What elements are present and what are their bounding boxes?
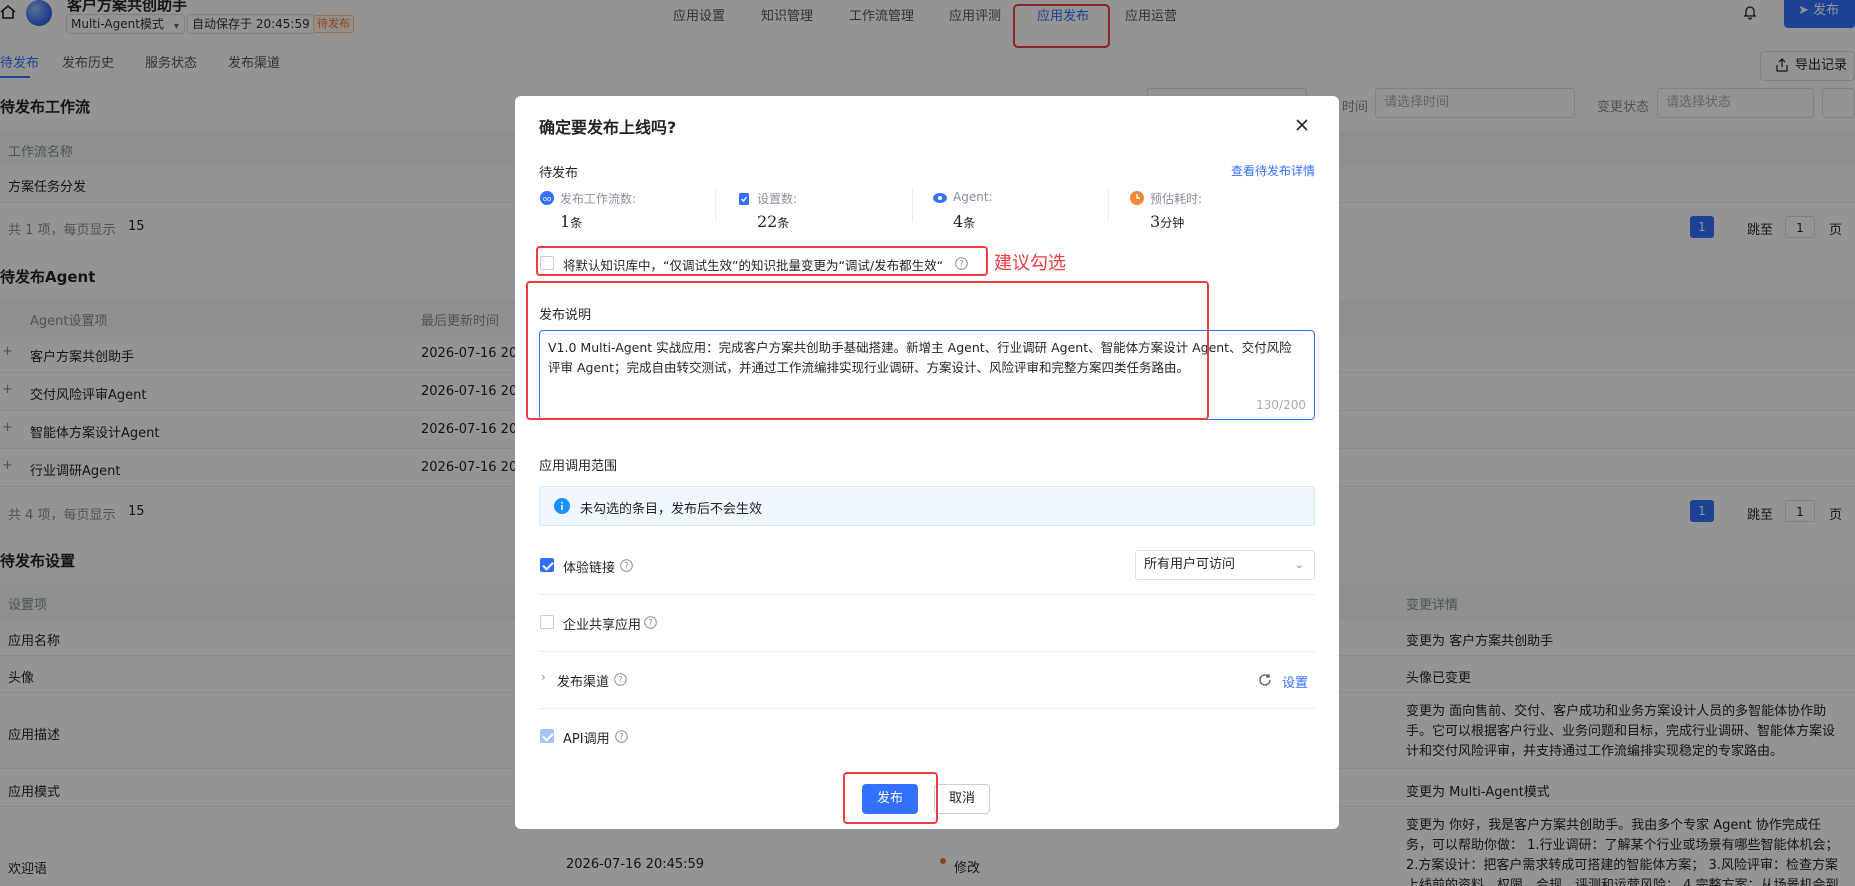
clipboard-icon	[739, 193, 749, 205]
experience-link-checkbox[interactable]	[540, 558, 554, 572]
stat-number: 3	[1150, 212, 1161, 231]
stat-label: 预估耗时:	[1150, 192, 1203, 206]
publish-confirm-dialog: 确定要发布上线吗? 待发布 查看待发布详情 oo 发布工作流数: 1条 设置数:…	[515, 96, 1339, 829]
api-call-checkbox	[540, 729, 554, 743]
stat-label: Agent:	[953, 190, 993, 204]
stat-unit: 分钟	[1160, 216, 1185, 230]
info-icon	[554, 498, 570, 514]
stat-value: 1条	[560, 212, 582, 231]
stat-unit: 条	[777, 216, 790, 230]
char-counter: 130/200	[1256, 398, 1306, 412]
close-icon[interactable]	[1291, 114, 1313, 136]
svg-text:?: ?	[619, 733, 624, 743]
access-scope-select[interactable]: 所有用户可访问 ⌄	[1135, 550, 1315, 580]
chevron-right-icon[interactable]: ›	[541, 670, 546, 684]
stat-unit: 条	[570, 216, 583, 230]
annotation-box-notes	[526, 281, 1209, 420]
clock-icon	[1130, 191, 1144, 205]
help-icon[interactable]: ?	[620, 559, 633, 572]
scope-info-banner: 未勾选的条目，发布后不会生效	[539, 486, 1315, 526]
dialog-title: 确定要发布上线吗?	[539, 118, 677, 137]
divider	[715, 188, 716, 222]
pending-label: 待发布	[539, 166, 579, 181]
svg-text:?: ?	[624, 562, 629, 572]
stat-value: 3分钟	[1150, 212, 1184, 231]
svg-text:?: ?	[618, 676, 623, 686]
access-scope-value: 所有用户可访问	[1144, 557, 1236, 572]
api-call-label: API调用	[563, 732, 610, 747]
annotation-text: 建议勾选	[994, 253, 1066, 274]
help-icon[interactable]: ?	[644, 616, 657, 629]
stat-label: 发布工作流数:	[560, 192, 637, 206]
channel-settings-link[interactable]: 设置	[1282, 672, 1308, 691]
help-icon[interactable]: ?	[614, 673, 627, 686]
cancel-button[interactable]: 取消	[934, 784, 990, 814]
divider	[1108, 188, 1109, 222]
annotation-box-kb	[536, 246, 988, 276]
enterprise-share-label: 企业共享应用	[563, 618, 642, 633]
chevron-down-icon: ⌄	[1294, 558, 1304, 571]
svg-text:oo: oo	[543, 195, 552, 203]
stat-number: 1	[560, 212, 571, 231]
publish-channel-label[interactable]: 发布渠道	[557, 671, 609, 690]
scope-label: 应用调用范围	[539, 459, 618, 474]
experience-link-label: 体验链接	[563, 561, 616, 576]
divider	[539, 651, 1315, 652]
enterprise-share-checkbox[interactable]	[540, 615, 554, 629]
agent-eye-icon	[933, 193, 947, 203]
scope-info-text: 未勾选的条目，发布后不会生效	[580, 502, 763, 517]
view-pending-details-link[interactable]: 查看待发布详情	[1231, 162, 1315, 179]
workflow-icon: oo	[540, 191, 554, 205]
stat-label: 设置数:	[757, 192, 798, 206]
stat-value: 4条	[953, 212, 975, 231]
divider	[539, 708, 1315, 709]
divider	[912, 188, 913, 222]
divider	[539, 594, 1315, 595]
refresh-icon[interactable]	[1258, 673, 1272, 687]
stat-number: 4	[953, 212, 964, 231]
stat-unit: 条	[963, 216, 976, 230]
stat-value: 22条	[757, 212, 789, 231]
annotation-box-publish	[843, 772, 938, 824]
stat-number: 22	[757, 212, 778, 231]
svg-text:?: ?	[648, 619, 653, 629]
help-icon[interactable]: ?	[615, 730, 628, 743]
